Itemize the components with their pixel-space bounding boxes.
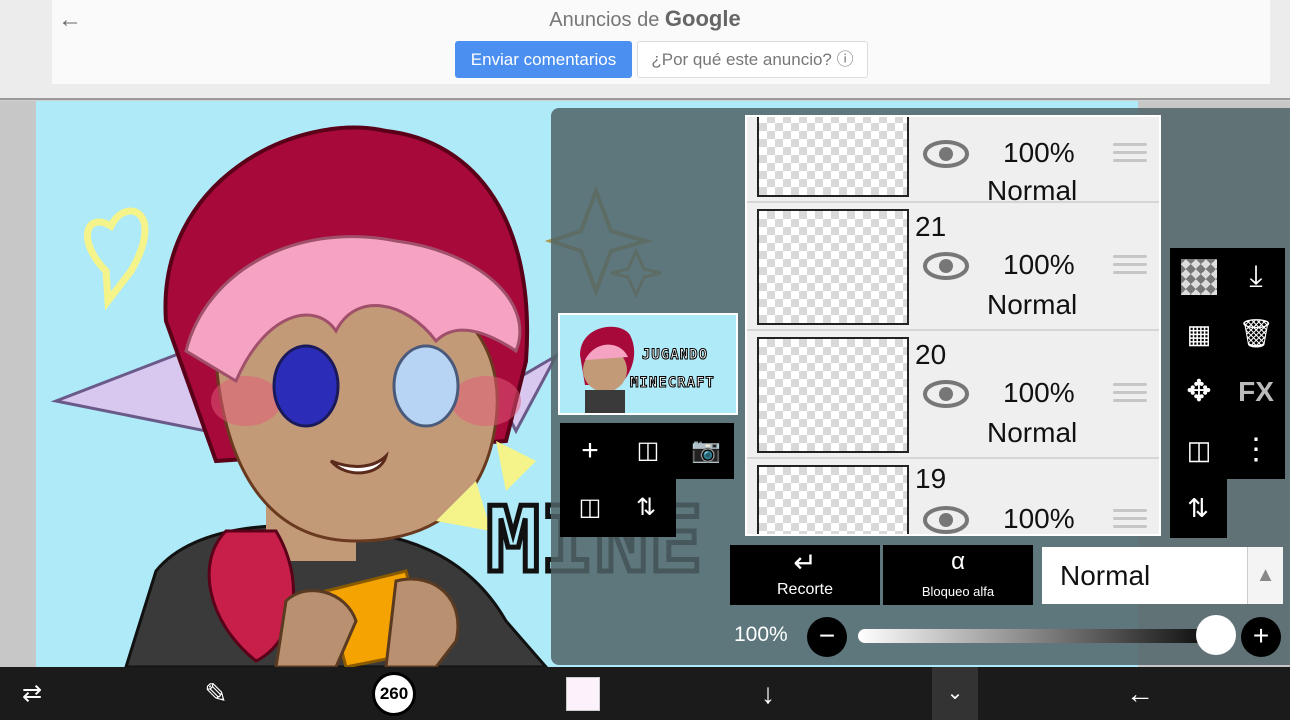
app-root: ← Anuncios de Google Enviar comentarios … bbox=[0, 0, 1290, 720]
blush-right bbox=[451, 376, 521, 426]
layer-thumbnail bbox=[757, 117, 909, 197]
alpha-lock-button[interactable]: α Bloqueo alfa bbox=[883, 545, 1033, 605]
left-eye bbox=[272, 344, 340, 428]
alpha-lock-label: Bloqueo alfa bbox=[921, 584, 995, 599]
merge-down-icon[interactable]: ⤓ bbox=[1230, 251, 1282, 303]
duplicate-layer-icon[interactable]: ◫ bbox=[622, 425, 674, 477]
ad-title: Anuncios de Google bbox=[0, 6, 1290, 32]
layer-blend-mode: Normal bbox=[987, 417, 1078, 448]
drag-handle-icon[interactable] bbox=[1113, 509, 1147, 531]
ad-title-prefix: Anuncios de bbox=[549, 9, 665, 31]
layer-opacity: 100% bbox=[1003, 503, 1075, 534]
ad-title-brand: Google bbox=[664, 6, 741, 31]
blend-mode-dropdown-icon[interactable]: ▲ bbox=[1247, 547, 1283, 604]
layer-tools-bottom: ◫ ⇅ bbox=[560, 479, 676, 537]
layer-opacity: 100% bbox=[1003, 137, 1075, 168]
layer-row[interactable]: 100% Normal bbox=[747, 117, 1159, 206]
heart-doodle bbox=[84, 207, 149, 311]
layer-number: 20 bbox=[915, 339, 947, 370]
down-arrow-icon[interactable]: ↓ bbox=[748, 667, 788, 720]
visibility-eye-icon[interactable] bbox=[923, 251, 969, 281]
sparkle-mark-2 bbox=[496, 441, 536, 491]
why-this-ad-button[interactable]: ¿Por qué este anuncio? ⓘ bbox=[637, 41, 868, 78]
layer-blend-mode: Normal bbox=[987, 289, 1078, 320]
rotate-layer-icon[interactable]: ⇅ bbox=[1172, 482, 1224, 534]
layer-thumbnail bbox=[757, 337, 909, 453]
layer-opacity: 100% bbox=[1003, 249, 1075, 280]
back-arrow-icon[interactable]: ← bbox=[1118, 667, 1162, 720]
layer-tools-top: + ◫ 📷 bbox=[560, 423, 734, 479]
clipping-arrow-icon: ↵ bbox=[793, 547, 817, 578]
thumbnail-shirt bbox=[585, 390, 625, 413]
fx-button[interactable]: FX bbox=[1230, 366, 1282, 418]
flip-horizontal-icon[interactable]: ◫ bbox=[564, 482, 616, 534]
rotate-layer-panel: ⇅ bbox=[1170, 479, 1227, 538]
brush-size-indicator[interactable]: 260 bbox=[372, 667, 422, 720]
layer-row[interactable]: 21 100% Normal bbox=[747, 205, 1159, 331]
blend-mode-select[interactable]: Normal bbox=[1042, 547, 1247, 604]
more-options-icon[interactable]: ⋮ bbox=[1230, 424, 1282, 476]
flip-vertical-icon[interactable]: ⇅ bbox=[620, 482, 672, 534]
opacity-slider[interactable] bbox=[858, 629, 1228, 643]
layer-blend-mode: Normal bbox=[987, 175, 1078, 206]
layer-thumbnail bbox=[757, 209, 909, 325]
swap-tools-icon[interactable]: ⇄ bbox=[10, 667, 54, 720]
brush-size-value: 260 bbox=[372, 672, 416, 716]
color-swatch[interactable] bbox=[566, 667, 602, 720]
thumbnail-text-line2: MINECRAFT bbox=[630, 375, 715, 392]
flip-layer-icon[interactable]: ◫ bbox=[1173, 424, 1225, 476]
collapse-panel-icon[interactable]: ⌄ bbox=[932, 667, 978, 720]
clipping-label: Recorte bbox=[776, 581, 834, 598]
layer-actions-panel: ⤓ ▦ 🗑 ✥ FX ◫ ⋮ bbox=[1170, 248, 1285, 479]
visibility-eye-icon[interactable] bbox=[923, 139, 969, 169]
layer-row[interactable]: 19 100% bbox=[747, 461, 1159, 535]
visibility-eye-icon[interactable] bbox=[923, 379, 969, 409]
layer-transform-icon[interactable]: ▦ bbox=[1173, 308, 1225, 360]
layers-list[interactable]: 100% Normal 21 100% Normal 20 100% Norma… bbox=[745, 115, 1161, 536]
brush-icon[interactable]: ✎ bbox=[192, 667, 240, 720]
send-feedback-button[interactable]: Enviar comentarios bbox=[455, 41, 632, 78]
layer-number: 21 bbox=[915, 211, 947, 242]
drag-handle-icon[interactable] bbox=[1113, 383, 1147, 405]
layer-opacity: 100% bbox=[1003, 377, 1075, 408]
visibility-eye-icon[interactable] bbox=[923, 505, 969, 535]
opacity-value: 100% bbox=[734, 623, 788, 646]
drag-handle-icon[interactable] bbox=[1113, 143, 1147, 165]
bottom-toolbar: ⇄ ✎ 260 ↓ ⌄ ← bbox=[0, 667, 1290, 720]
thumbnail-text-line1: JUGANDO bbox=[641, 347, 709, 364]
opacity-decrease-button[interactable]: − bbox=[807, 617, 847, 657]
layer-row[interactable]: 20 100% Normal bbox=[747, 333, 1159, 459]
layer-number: 19 bbox=[915, 463, 947, 494]
thumbnail-art bbox=[580, 326, 635, 413]
clipping-button[interactable]: ↵ Recorte bbox=[730, 545, 880, 605]
opacity-increase-button[interactable]: + bbox=[1241, 617, 1281, 657]
lock-icon: α bbox=[951, 548, 965, 575]
right-eye bbox=[392, 344, 460, 428]
transparency-icon[interactable] bbox=[1173, 251, 1225, 303]
ad-banner: ← Anuncios de Google Enviar comentarios … bbox=[0, 0, 1290, 100]
camera-icon[interactable]: 📷 bbox=[680, 425, 732, 477]
blush-left bbox=[211, 376, 281, 426]
add-layer-plus-icon[interactable]: + bbox=[564, 425, 616, 477]
delete-layer-icon[interactable]: 🗑 bbox=[1230, 308, 1282, 360]
opacity-slider-knob[interactable] bbox=[1196, 615, 1236, 655]
canvas-thumbnail[interactable]: JUGANDO MINECRAFT bbox=[558, 313, 738, 415]
layer-thumbnail bbox=[757, 465, 909, 534]
move-icon[interactable]: ✥ bbox=[1173, 366, 1225, 418]
drag-handle-icon[interactable] bbox=[1113, 255, 1147, 277]
